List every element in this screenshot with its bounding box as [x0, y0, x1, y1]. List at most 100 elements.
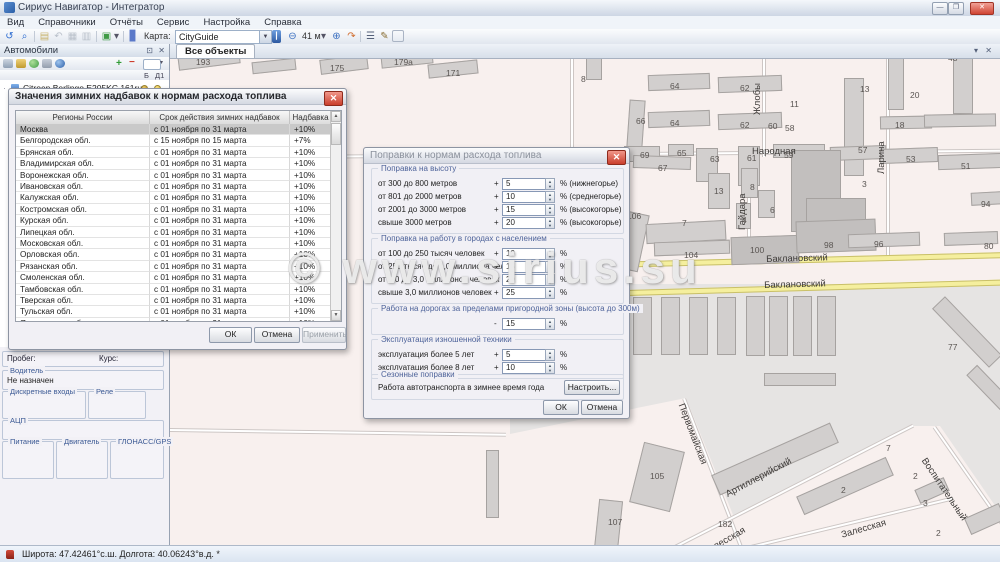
spinner-input[interactable]: 10 [502, 248, 547, 260]
spinner-buttons[interactable]: ▲▼ [545, 191, 555, 203]
refresh-icon[interactable]: ↺ [3, 30, 16, 43]
tabs-dropdown-icon[interactable]: ▾ [974, 46, 978, 55]
close-button[interactable]: ✕ [970, 2, 994, 15]
spinner-input[interactable]: 10 [502, 191, 547, 203]
table-row[interactable]: Воронежская обл.с 01 ноября по 31 марта+… [16, 170, 341, 181]
corrections-ok-button[interactable]: ОК [543, 400, 579, 415]
remove-icon[interactable]: − [129, 59, 139, 68]
tabs-close-icon[interactable]: ✕ [985, 46, 992, 55]
winter-apply-button[interactable]: Применить [302, 327, 346, 343]
corrections-dialog-close-icon[interactable]: ✕ [607, 150, 626, 165]
spinner-input[interactable]: 5 [502, 178, 547, 190]
table-row[interactable]: Тамбовская обл.с 01 ноября по 31 марта+1… [16, 284, 341, 295]
scroll-thumb[interactable] [331, 123, 341, 145]
spinner-buttons[interactable]: ▲▼ [545, 261, 555, 273]
zoom-in-icon[interactable]: ⊕ [330, 30, 343, 43]
table-row[interactable]: Смоленская обл.с 01 ноября по 31 марта+1… [16, 272, 341, 283]
view-dropdown[interactable] [143, 59, 161, 70]
spinner-buttons[interactable]: ▲▼ [545, 204, 555, 216]
winter-table-scrollbar[interactable]: ▲ ▼ [330, 111, 341, 321]
edit-icon[interactable] [16, 59, 26, 68]
spinner-input[interactable]: 20 [502, 274, 547, 286]
spinner-buttons[interactable]: ▲▼ [545, 287, 555, 299]
maximize-button[interactable]: ❐ [948, 2, 964, 15]
pin-icon[interactable]: ⊡ [146, 44, 153, 57]
map-select[interactable]: CityGuide ▼ [175, 30, 272, 44]
table-row[interactable]: Рязанская обл.с 01 ноября по 31 марта+10… [16, 261, 341, 272]
table-row[interactable]: Белгородская обл.с 15 ноября по 15 марта… [16, 135, 341, 146]
table-cell: +10% [290, 158, 332, 169]
table-row[interactable]: Калужская обл.с 01 ноября по 31 марта+10… [16, 192, 341, 203]
spinner-buttons[interactable]: ▲▼ [545, 274, 555, 286]
minimize-button[interactable]: — [932, 2, 948, 15]
col-value[interactable]: Надбавка [290, 111, 332, 124]
table-row[interactable]: Тульская обл.с 01 ноября по 31 марта+10% [16, 306, 341, 317]
scroll-down-icon[interactable]: ▼ [331, 310, 341, 321]
table-row[interactable]: Московская обл.с 01 ноября по 31 марта+1… [16, 238, 341, 249]
track-slider-icon[interactable]: ┃ [272, 30, 281, 43]
vehicle-icon[interactable]: ▣ [100, 30, 113, 43]
spinner-buttons[interactable]: ▲▼ [545, 217, 555, 229]
table-row[interactable]: Ярославская обл.с 01 ноября по 31 марта+… [16, 318, 341, 322]
table-row[interactable]: Брянская обл.с 01 ноября по 31 марта+10% [16, 147, 341, 158]
spinner-input[interactable]: 5 [502, 349, 547, 361]
edit-grid-icon[interactable]: ▤ [38, 30, 51, 43]
zoom-out-icon[interactable]: ⊖ [286, 30, 299, 43]
spinner-input[interactable]: 10 [502, 362, 547, 374]
spinner-buttons[interactable]: ▲▼ [545, 248, 555, 260]
winter-dialog-titlebar[interactable]: Значения зимних надбавок к нормам расход… [9, 89, 346, 105]
vehicle-dropdown-icon[interactable]: ▾ [113, 30, 120, 43]
spinner-buttons[interactable]: ▲▼ [545, 349, 555, 361]
spinner-input[interactable]: 15 [502, 204, 547, 216]
winter-ok-button[interactable]: ОК [209, 327, 252, 343]
corrections-dialog-titlebar[interactable]: Поправки к нормам расхода топлива ✕ [364, 148, 629, 164]
menu-item-1[interactable]: Справочники [31, 16, 103, 29]
spinner-input[interactable]: 15 [502, 261, 547, 273]
correction-note: % (высокогорье) [560, 218, 622, 227]
menu-item-5[interactable]: Справка [257, 16, 308, 29]
print-icon[interactable] [3, 59, 13, 68]
blank-toggle-icon[interactable] [392, 30, 404, 42]
tab-all-objects[interactable]: Все объекты [176, 44, 255, 58]
spinner-buttons[interactable]: ▲▼ [545, 318, 555, 330]
table-row[interactable]: Ивановская обл.с 01 ноября по 31 марта+1… [16, 181, 341, 192]
table-row[interactable]: Костромская обл.с 01 ноября по 31 марта+… [16, 204, 341, 215]
col-period[interactable]: Срок действия зимних надбавок [150, 111, 290, 124]
spinner-input[interactable]: 15 [502, 318, 547, 330]
table-row[interactable]: Липецкая обл.с 01 ноября по 31 марта+10% [16, 227, 341, 238]
table-row[interactable]: Владимирская обл.с 01 ноября по 31 марта… [16, 158, 341, 169]
spinner-input[interactable]: 25 [502, 287, 547, 299]
table-row[interactable]: Курская обл.с 01 ноября по 31 марта+10% [16, 215, 341, 226]
view-dropdown-arrow-icon[interactable]: ▾ [160, 59, 166, 68]
table-row[interactable]: Москвас 01 ноября по 31 марта+10% [16, 124, 341, 135]
seasonal-configure-button[interactable]: Настроить... [564, 380, 620, 395]
scroll-up-icon[interactable]: ▲ [331, 111, 341, 122]
scale-dropdown-icon[interactable]: ▾ [320, 30, 327, 43]
globe-blue-icon[interactable] [55, 59, 65, 68]
north-arrow-icon[interactable]: ↷ [345, 30, 358, 43]
menu-item-0[interactable]: Вид [0, 16, 31, 29]
globe-green-icon[interactable] [29, 59, 39, 68]
search-icon[interactable]: ⌕ [18, 30, 31, 43]
menu-item-2[interactable]: Отчёты [103, 16, 150, 29]
add-icon[interactable]: + [116, 59, 126, 68]
winter-dialog-close-icon[interactable]: ✕ [324, 91, 343, 106]
camera-icon[interactable] [42, 59, 52, 68]
menu-item-4[interactable]: Настройка [196, 16, 257, 29]
legend-list-icon[interactable]: ☰ [364, 30, 377, 43]
house-number: 175 [330, 63, 344, 73]
table-row[interactable]: Тверская обл.с 01 ноября по 31 марта+10% [16, 295, 341, 306]
edit-note-icon[interactable]: ✎ [378, 30, 391, 43]
panel-close-icon[interactable]: ✕ [158, 44, 165, 57]
spinner-buttons[interactable]: ▲▼ [545, 362, 555, 374]
spinner-input[interactable]: 20 [502, 217, 547, 229]
menu-item-3[interactable]: Сервис [150, 16, 197, 29]
corrections-cancel-button[interactable]: Отмена [581, 400, 623, 415]
spinner-buttons[interactable]: ▲▼ [545, 178, 555, 190]
table-row[interactable]: Орловская обл.с 01 ноября по 31 марта+10… [16, 249, 341, 260]
chart-icon[interactable]: ▊ [127, 30, 140, 43]
winter-cancel-button[interactable]: Отмена [254, 327, 300, 343]
col-region[interactable]: Регионы России [16, 111, 150, 124]
tree-expand-icon[interactable]: · [3, 82, 6, 94]
chevron-down-icon[interactable]: ▼ [259, 31, 271, 43]
